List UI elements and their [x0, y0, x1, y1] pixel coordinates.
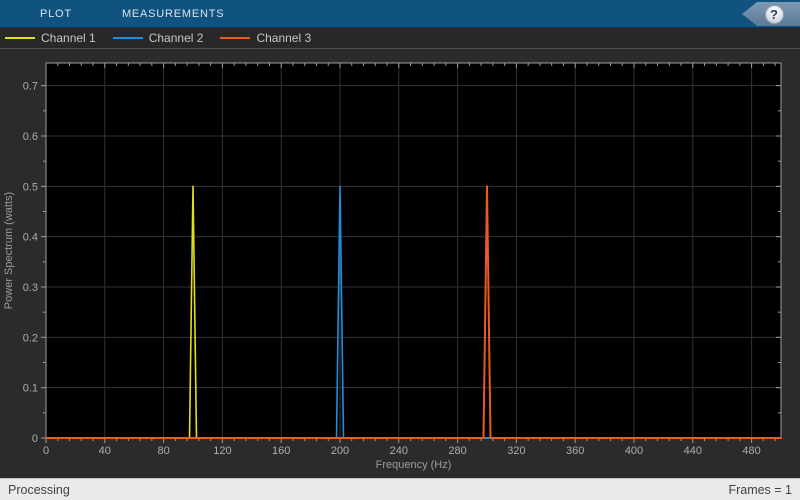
x-tick-label: 200 [331, 445, 349, 457]
x-tick-label: 160 [272, 445, 290, 457]
x-axis-label: Frequency (Hz) [376, 459, 452, 471]
channel-3-line-swatch [220, 37, 251, 39]
y-tick-label: 0.3 [23, 282, 38, 294]
y-tick-label: 0.7 [23, 81, 38, 93]
toolbar: PLOT MEASUREMENTS ? [0, 0, 800, 28]
legend: Channel 1 Channel 2 Channel 3 [0, 28, 800, 49]
plot-panel: 0 40 80 120 160 200 240 280 320 360 400 440 480 0 0.1 0… [0, 50, 800, 478]
x-tick-label: 40 [99, 445, 111, 457]
x-tick-label: 80 [157, 445, 169, 457]
tab-plot[interactable]: PLOT [40, 0, 72, 28]
y-tick-label: 0.1 [23, 383, 38, 395]
legend-item-channel-2[interactable]: Channel 2 [112, 31, 204, 45]
y-tick-label: 0 [32, 433, 38, 445]
legend-label: Channel 2 [148, 31, 204, 45]
y-tick-label: 0.6 [23, 131, 38, 143]
x-tick-label: 0 [43, 445, 49, 457]
channel-2-line-swatch [112, 37, 143, 39]
spectrum-analyzer-window: PLOT MEASUREMENTS ? Channel 1 Channel 2 … [0, 0, 800, 500]
status-text: Processing [8, 482, 70, 497]
plot-background [46, 63, 781, 438]
x-tick-label: 360 [566, 445, 584, 457]
help-icon[interactable]: ? [764, 4, 784, 24]
y-tick-label: 0.2 [23, 332, 38, 344]
status-bar: Processing Frames = 1 [0, 478, 800, 500]
legend-label: Channel 3 [256, 31, 312, 45]
toolbar-collapse-chevron[interactable]: ? [742, 2, 800, 26]
channel-1-line-swatch [5, 37, 35, 39]
legend-label: Channel 1 [41, 31, 96, 45]
legend-item-channel-3[interactable]: Channel 3 [220, 31, 311, 45]
spectrum-chart[interactable]: 0 40 80 120 160 200 240 280 320 360 400 440 480 0 0.1 0… [0, 50, 800, 478]
y-tick-label: 0.5 [23, 181, 38, 193]
x-tick-label: 320 [507, 445, 525, 457]
y-tick-label: 0.4 [23, 232, 38, 244]
x-tick-label: 440 [684, 445, 702, 457]
x-tick-label: 280 [448, 445, 466, 457]
x-tick-label: 120 [213, 445, 231, 457]
x-tick-label: 240 [390, 445, 408, 457]
y-axis-label: Power Spectrum (watts) [3, 192, 15, 309]
x-tick-label: 400 [625, 445, 643, 457]
x-tick-label: 480 [742, 445, 760, 457]
tab-measurements[interactable]: MEASUREMENTS [122, 0, 225, 28]
legend-item-channel-1[interactable]: Channel 1 [5, 31, 96, 45]
frames-counter: Frames = 1 [728, 482, 792, 497]
